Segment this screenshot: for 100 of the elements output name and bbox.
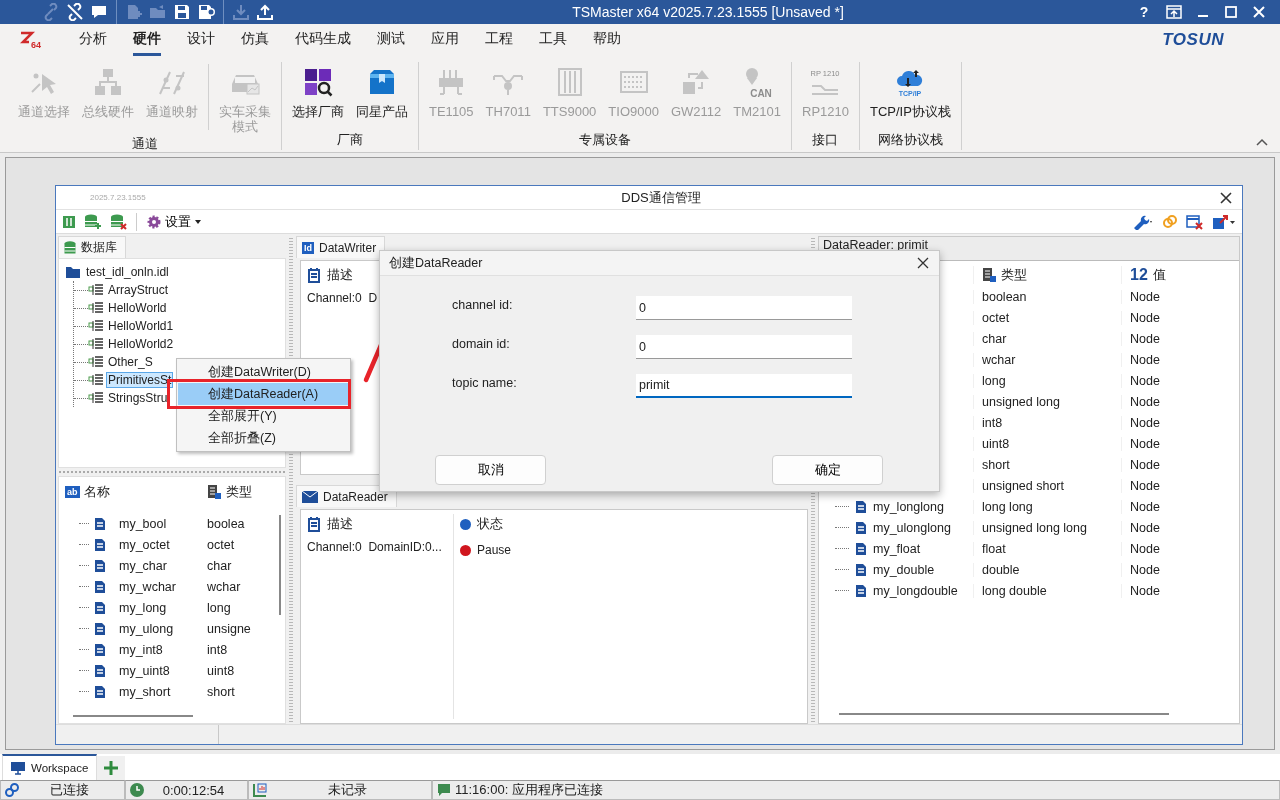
menu-tab[interactable]: 测试 <box>377 24 405 56</box>
menu-item[interactable]: 创建DataWriter(D) <box>178 361 349 383</box>
field-value: Node <box>1130 436 1160 451</box>
clock-icon <box>130 783 144 797</box>
group-label: 网络协议栈 <box>876 131 944 149</box>
struct-icon <box>88 355 104 369</box>
columns-icon[interactable] <box>62 214 76 229</box>
field-label: channel id: <box>452 298 514 312</box>
document-icon <box>855 499 867 514</box>
field-type: octet <box>982 310 1010 325</box>
document-icon <box>855 520 867 535</box>
dialog-button[interactable]: 取消 <box>435 455 546 485</box>
tree-item[interactable]: StringsStru <box>106 390 170 406</box>
ribbon-button[interactable]: 同星产品 <box>350 62 414 130</box>
field-name: my_ulong <box>119 621 174 636</box>
number-icon: 12 <box>1130 266 1148 284</box>
column-header: 值 <box>1152 266 1166 284</box>
menu-tab[interactable]: 代码生成 <box>295 24 351 56</box>
tree-item[interactable]: PrimitivesSt <box>106 372 174 388</box>
tree-item[interactable]: HelloWorld <box>106 300 169 316</box>
menu-tab[interactable]: 工程 <box>485 24 513 56</box>
menu-tab[interactable]: 硬件 <box>133 24 161 56</box>
grid-search-icon <box>302 66 334 98</box>
close-icon[interactable] <box>917 257 929 269</box>
input-field[interactable]: 0 <box>636 335 852 359</box>
export-icon[interactable] <box>1212 213 1236 230</box>
window-close-icon[interactable] <box>1186 213 1204 230</box>
input-field[interactable]: primit <box>636 374 852 398</box>
field-type: uint8 <box>207 663 235 678</box>
field-type: unsigned short <box>982 478 1064 493</box>
menu-item[interactable]: 全部折叠(Z) <box>178 427 349 449</box>
envelope-icon <box>302 490 318 503</box>
status-text: 未记录 <box>326 781 368 799</box>
unlink-icon[interactable] <box>66 3 84 21</box>
wrench-icon[interactable] <box>1132 213 1154 230</box>
field-value: Node <box>1130 310 1160 325</box>
type-icon <box>207 484 221 500</box>
field-value: Node <box>1130 331 1160 346</box>
column-header: 类型 <box>226 483 252 501</box>
field-type: long <box>982 373 1006 388</box>
app-logo: 64 <box>20 31 42 49</box>
tree-item[interactable]: HelloWorld2 <box>106 336 176 352</box>
field-name: my_bool <box>119 516 167 531</box>
field-name: my_double <box>873 562 935 577</box>
menu-tab[interactable]: 帮助 <box>593 24 621 56</box>
save-as-icon[interactable] <box>197 3 215 21</box>
datawriter-tab[interactable]: Id DataWriter <box>296 236 386 258</box>
list-icon <box>307 516 321 532</box>
database-delete-icon[interactable] <box>110 213 128 230</box>
field-type: wchar <box>982 352 1016 367</box>
chart-icon <box>253 783 267 797</box>
field-value: Node <box>1130 562 1160 577</box>
menu-tab[interactable]: 分析 <box>79 24 107 56</box>
field-name: my_float <box>873 541 921 556</box>
dialog-button[interactable]: 确定 <box>772 455 883 485</box>
database-tab[interactable]: 数据库 <box>58 236 126 258</box>
settings-button[interactable]: 设置 <box>145 212 203 231</box>
datareader-tab[interactable]: DataReader <box>296 485 397 507</box>
collapse-icon[interactable] <box>1256 138 1268 146</box>
upload-icon[interactable] <box>256 3 274 21</box>
message-icon <box>437 783 451 797</box>
ribbon-button[interactable]: 选择厂商 <box>286 62 350 130</box>
help-button[interactable]: ? <box>1136 4 1152 20</box>
menu-item[interactable]: 全部展开(Y) <box>178 405 349 427</box>
document-icon <box>94 579 106 594</box>
id-icon: Id <box>302 241 314 254</box>
version-label: 2025.7.23.1555 <box>89 193 147 202</box>
menu-tab[interactable]: 设计 <box>187 24 215 56</box>
field-type: double <box>982 562 1020 577</box>
close-icon[interactable] <box>1220 191 1232 204</box>
window-title: TSMaster x64 v2025.7.23.1555 [Unsaved *] <box>571 4 845 20</box>
field-type: short <box>982 457 1010 472</box>
network-tree-icon <box>92 66 124 98</box>
menu-tab[interactable]: 应用 <box>431 24 459 56</box>
field-type: unsigne <box>207 621 251 636</box>
pin-window-icon[interactable] <box>1166 5 1182 19</box>
menu-tab[interactable]: 工具 <box>539 24 567 56</box>
tree-item[interactable]: ArrayStruct <box>106 282 170 298</box>
add-button[interactable] <box>97 756 126 780</box>
maximize-icon[interactable] <box>1224 5 1238 19</box>
group-label: 专属设备 <box>578 131 632 149</box>
menu-item[interactable]: 创建DataReader(A) <box>178 383 349 405</box>
column-header: 描述 <box>327 515 353 533</box>
status-text: Pause <box>477 543 512 557</box>
link-icon <box>5 783 19 797</box>
workspace-tab[interactable]: Workspace <box>2 754 98 780</box>
input-field[interactable]: 0 <box>636 296 852 320</box>
database-add-icon[interactable] <box>84 213 102 230</box>
tree-item[interactable]: HelloWorld1 <box>106 318 176 334</box>
reader-description: Channel:0 DomainID:0... <box>307 540 443 554</box>
chat-icon[interactable] <box>90 3 108 21</box>
field-value: Node <box>1130 520 1160 535</box>
monitor-icon <box>11 761 25 775</box>
save-icon[interactable] <box>173 3 191 21</box>
folder-icon <box>65 265 81 279</box>
menu-tab[interactable]: 仿真 <box>241 24 269 56</box>
tree-item[interactable]: test_idl_onln.idl <box>86 265 169 279</box>
field-type: unsigned long <box>982 394 1060 409</box>
document-icon <box>94 558 106 573</box>
tree-item[interactable]: Other_S <box>106 354 155 370</box>
